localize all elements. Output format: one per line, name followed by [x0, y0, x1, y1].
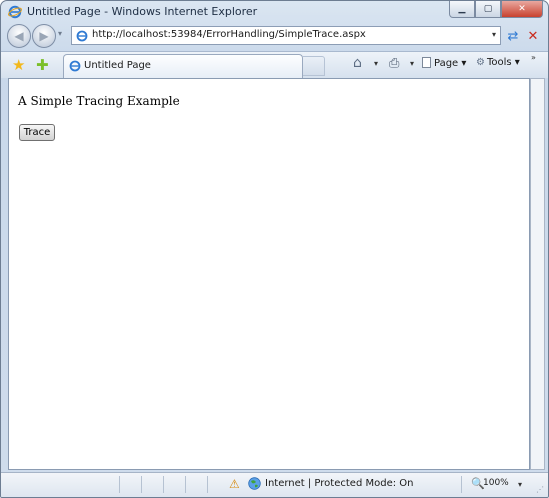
- tab-untitled-page[interactable]: Untitled Page: [63, 54, 303, 78]
- stop-icon: ✕: [527, 28, 539, 44]
- page-menu-label: Page: [434, 58, 459, 69]
- overflow-chevron-icon[interactable]: »: [531, 53, 536, 62]
- back-button[interactable]: ◀: [7, 24, 31, 48]
- ie-page-icon: [69, 60, 81, 72]
- page-menu[interactable]: Page ▾: [422, 57, 466, 69]
- tools-dropdown-icon: ▾: [514, 57, 520, 68]
- back-arrow-icon: ◀: [14, 29, 24, 43]
- status-divider: [207, 476, 208, 493]
- close-window-button[interactable]: ✕: [501, 1, 543, 18]
- status-bar: ⚠ Internet | Protected Mode: On 🔍 100% ▾…: [1, 472, 548, 497]
- trace-button[interactable]: Trace: [19, 124, 55, 141]
- add-to-favorites-icon[interactable]: ✚: [36, 56, 49, 74]
- print-icon[interactable]: ⎙: [389, 56, 399, 71]
- status-divider: [141, 476, 142, 493]
- globe-icon: [248, 477, 261, 490]
- maximize-icon: ▢: [483, 4, 493, 14]
- favorites-center-icon[interactable]: ★: [12, 56, 25, 74]
- close-icon: ✕: [518, 4, 526, 14]
- minimize-button[interactable]: ▁: [449, 1, 475, 18]
- tab-label: Untitled Page: [84, 60, 151, 71]
- forward-button[interactable]: ▶: [32, 24, 56, 48]
- address-url[interactable]: http://localhost:53984/ErrorHandling/Sim…: [92, 29, 366, 40]
- vertical-scrollbar[interactable]: [530, 78, 545, 470]
- page-heading: A Simple Tracing Example: [18, 94, 180, 108]
- window-controls: ▁ ▢ ✕: [449, 1, 543, 19]
- print-dropdown-icon[interactable]: ▾: [410, 59, 414, 68]
- title-bar: Untitled Page - Windows Internet Explore…: [1, 1, 548, 23]
- home-icon[interactable]: ⌂: [353, 55, 362, 71]
- navigation-bar: ◀ ▶ ▾ http://localhost:53984/ErrorHandli…: [1, 23, 548, 51]
- window-title: Untitled Page - Windows Internet Explore…: [27, 5, 258, 18]
- page-content: A Simple Tracing Example Trace: [8, 78, 530, 470]
- stop-button[interactable]: ✕: [525, 27, 541, 45]
- ie-page-icon: [76, 30, 88, 42]
- warning-icon[interactable]: ⚠: [229, 477, 240, 491]
- tools-menu-label: Tools: [486, 57, 512, 68]
- gear-icon: ⚙: [476, 57, 485, 68]
- ie-logo-icon: [8, 5, 22, 19]
- zoom-level[interactable]: 100%: [483, 478, 509, 488]
- page-icon: [422, 57, 431, 68]
- tools-menu[interactable]: ⚙ Tools ▾: [476, 57, 520, 68]
- refresh-icon: ⇄: [507, 28, 519, 44]
- minimize-icon: ▁: [458, 4, 466, 14]
- refresh-button[interactable]: ⇄: [504, 27, 522, 45]
- security-zone[interactable]: Internet | Protected Mode: On: [265, 478, 413, 489]
- status-divider: [461, 476, 462, 493]
- new-tab-button[interactable]: [303, 56, 325, 76]
- command-bar: ★ ✚ Untitled Page ⌂ ▾ ⎙ ▾ Page ▾ ⚙ Tools …: [1, 51, 548, 78]
- forward-arrow-icon: ▶: [39, 29, 49, 43]
- status-divider: [119, 476, 120, 493]
- status-divider: [163, 476, 164, 493]
- status-divider: [185, 476, 186, 493]
- zoom-dropdown-icon[interactable]: ▾: [518, 480, 522, 489]
- resize-grip-icon[interactable]: ⋰: [536, 485, 544, 494]
- address-bar[interactable]: http://localhost:53984/ErrorHandling/Sim…: [71, 26, 501, 45]
- page-dropdown-icon: ▾: [461, 58, 467, 69]
- home-dropdown-icon[interactable]: ▾: [374, 59, 378, 68]
- address-dropdown-icon[interactable]: ▾: [492, 30, 496, 39]
- browser-window: Untitled Page - Windows Internet Explore…: [0, 0, 549, 498]
- maximize-button[interactable]: ▢: [475, 1, 501, 18]
- recent-pages-dropdown-icon[interactable]: ▾: [58, 29, 62, 38]
